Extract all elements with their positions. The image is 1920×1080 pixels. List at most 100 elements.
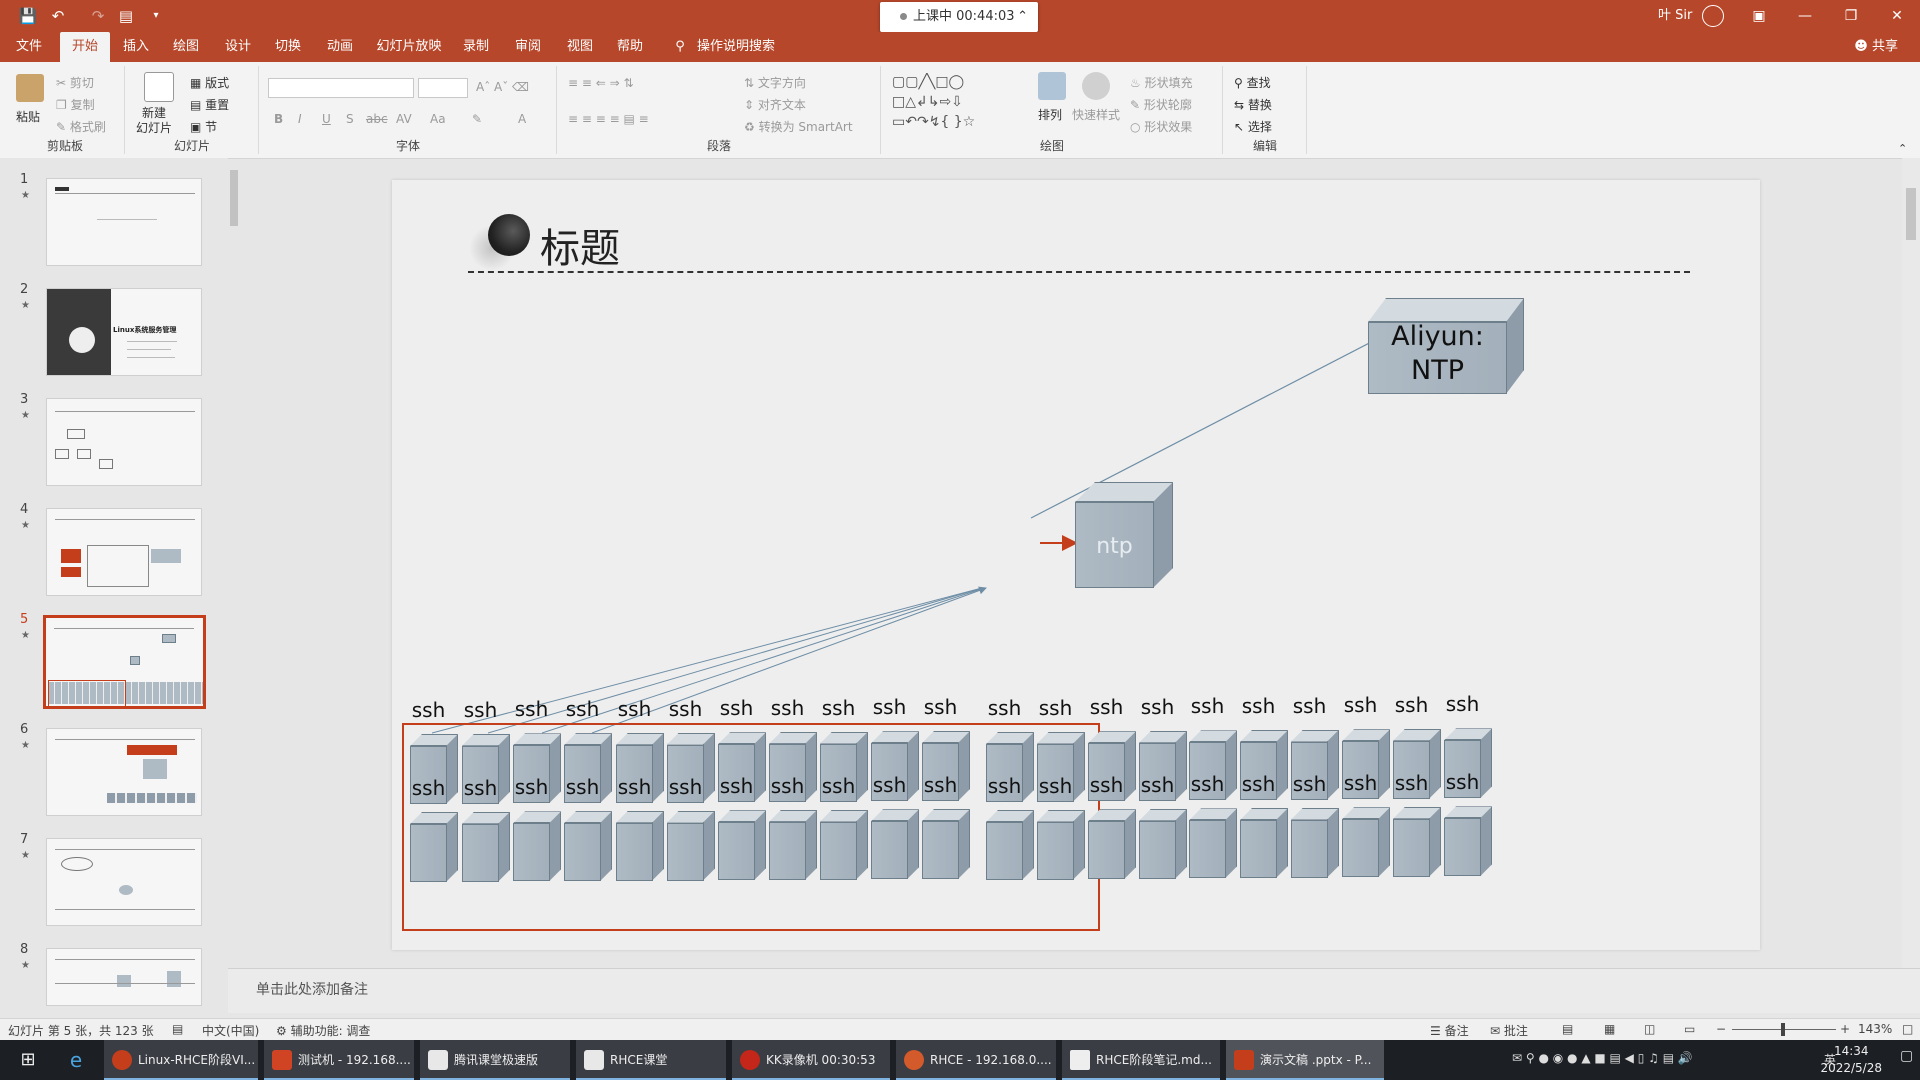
italic-button[interactable]: I xyxy=(298,112,302,126)
slide-thumbnail-7[interactable] xyxy=(46,838,202,926)
tab-help[interactable]: 帮助 xyxy=(612,32,648,62)
system-clock[interactable]: 14:34 2022/5/28 xyxy=(1820,1043,1882,1077)
tab-transitions[interactable]: 切换 xyxy=(270,32,306,62)
arrange-icon[interactable] xyxy=(1038,72,1066,100)
taskbar-app-tencent[interactable]: 腾讯课堂极速版 xyxy=(420,1040,570,1080)
slide-thumbnail-5[interactable] xyxy=(43,615,206,709)
taskbar-app-notes-md[interactable]: RHCE阶段笔记.md... xyxy=(1062,1040,1220,1080)
slide-scrollbar[interactable] xyxy=(1902,158,1920,968)
slide-thumbnail-2[interactable]: Linux系统服务管理 xyxy=(46,288,202,376)
select-button[interactable]: ↖ 选择 xyxy=(1234,118,1272,135)
user-name[interactable]: 叶 Sir xyxy=(1658,0,1692,32)
normal-view-icon[interactable]: ▤ xyxy=(1562,1022,1573,1036)
avatar[interactable] xyxy=(1702,5,1724,27)
start-button[interactable]: ⊞ xyxy=(8,1040,48,1080)
shape-outline-button[interactable]: ✎ 形状轮廓 xyxy=(1130,96,1192,113)
align-text-button[interactable]: ⇕ 对齐文本 xyxy=(744,96,806,113)
taskbar-app-rhce-ssh[interactable]: RHCE - 192.168.0.... xyxy=(896,1040,1056,1080)
reading-view-icon[interactable]: ◫ xyxy=(1644,1022,1655,1036)
taskbar-app-powerpoint[interactable]: 演示文稿 .pptx - P... xyxy=(1226,1040,1384,1080)
slide-thumbnail-1[interactable] xyxy=(46,178,202,266)
notes-button[interactable]: ☰ 备注 xyxy=(1430,1022,1469,1039)
close-button[interactable]: ✕ xyxy=(1874,0,1920,32)
tab-slideshow[interactable]: 幻灯片放映 xyxy=(376,32,442,62)
find-button[interactable]: ⚲ 查找 xyxy=(1234,74,1271,91)
redo-icon[interactable]: ↷ xyxy=(88,6,108,26)
tab-insert[interactable]: 插入 xyxy=(118,32,154,62)
taskbar-app-linux-rhce[interactable]: Linux-RHCE阶段VI... xyxy=(104,1040,258,1080)
convert-smartart-button[interactable]: ♻ 转换为 SmartArt xyxy=(744,118,853,135)
tab-home[interactable]: 开始 xyxy=(60,32,110,62)
slide-thumbnail-4[interactable] xyxy=(46,508,202,596)
language-indicator[interactable]: 中文(中国) xyxy=(202,1022,259,1039)
ie-icon[interactable]: e xyxy=(56,1040,96,1080)
save-icon[interactable]: 💾 xyxy=(18,6,38,26)
font-color-button[interactable]: A xyxy=(518,112,526,126)
zoom-level[interactable]: 143% xyxy=(1858,1022,1892,1036)
tray-icons[interactable]: ✉ ⚲ ● ◉ ● ▲ ■ ▤ ◀ ▯ ♫ ▤ 🔊 xyxy=(1512,1051,1693,1065)
shadow-button[interactable]: S xyxy=(346,112,354,126)
zoom-slider-handle[interactable] xyxy=(1781,1023,1785,1036)
copy-button[interactable]: ❐ 复制 xyxy=(56,96,95,113)
slideshow-view-icon[interactable]: ▭ xyxy=(1684,1022,1695,1036)
tab-draw[interactable]: 绘图 xyxy=(168,32,204,62)
quick-styles-button[interactable]: 快速样式 xyxy=(1072,106,1120,123)
presentation-start-icon[interactable]: ▤ xyxy=(116,6,136,26)
reset-button[interactable]: ▤ 重置 xyxy=(190,96,229,113)
text-direction-button[interactable]: ⇅ 文字方向 xyxy=(744,74,806,91)
slide-thumbnail-6[interactable] xyxy=(46,728,202,816)
format-painter-button[interactable]: ✎ 格式刷 xyxy=(56,118,106,135)
slide-thumbnail-3[interactable] xyxy=(46,398,202,486)
font-size-input[interactable] xyxy=(418,78,468,98)
taskbar-app-kk-recorder[interactable]: KK录像机 00:30:53 xyxy=(732,1040,890,1080)
shape-effects-button[interactable]: ○ 形状效果 xyxy=(1130,118,1192,135)
quick-styles-icon[interactable] xyxy=(1082,72,1110,100)
paste-icon[interactable] xyxy=(16,74,44,102)
cut-button[interactable]: ✂ 剪切 xyxy=(56,74,94,91)
font-name-input[interactable] xyxy=(268,78,414,98)
new-slide-button[interactable]: 新建 幻灯片 xyxy=(136,106,172,136)
paste-button[interactable]: 粘贴 xyxy=(16,108,40,125)
shape-fill-button[interactable]: ♨ 形状填充 xyxy=(1130,74,1193,91)
arrange-button[interactable]: 排列 xyxy=(1038,106,1062,123)
section-button[interactable]: ▣ 节 xyxy=(190,118,217,135)
bullets-icon[interactable]: ≡ ≡ ⇐ ⇒ ⇅ xyxy=(568,76,634,90)
restore-button[interactable]: ❐ xyxy=(1828,0,1874,32)
tab-animations[interactable]: 动画 xyxy=(322,32,358,62)
chevron-up-icon[interactable]: ⌃ xyxy=(1017,2,1028,32)
change-case-button[interactable]: Aa xyxy=(430,112,446,126)
undo-icon[interactable]: ↶ xyxy=(48,6,68,26)
highlight-icon[interactable]: ✎ xyxy=(472,112,482,126)
tab-record[interactable]: 录制 xyxy=(458,32,494,62)
notification-icon[interactable]: ▢ xyxy=(1900,1048,1913,1064)
share-button[interactable]: ☻ 共享 xyxy=(1854,32,1898,62)
tab-view[interactable]: 视图 xyxy=(562,32,598,62)
ssh-to-ntp-line[interactable] xyxy=(541,587,985,734)
char-spacing-button[interactable]: AV xyxy=(396,112,412,126)
tab-design[interactable]: 设计 xyxy=(220,32,256,62)
collapse-ribbon-icon[interactable]: ⌃ xyxy=(1898,142,1907,155)
zoom-out-button[interactable]: − xyxy=(1716,1022,1726,1036)
new-slide-icon[interactable] xyxy=(144,72,174,102)
minimize-button[interactable]: — xyxy=(1782,0,1828,32)
accessibility-status[interactable]: ⚙ 辅助功能: 调查 xyxy=(276,1022,370,1039)
notes-pane[interactable]: 单击此处添加备注 xyxy=(228,968,1920,1013)
taskbar-app-rhce-class[interactable]: RHCE课堂 xyxy=(576,1040,726,1080)
strikethrough-button[interactable]: abc xyxy=(366,112,388,126)
align-icons[interactable]: ≡ ≡ ≡ ≡ ▤ ≡ xyxy=(568,112,649,126)
tell-me-search[interactable]: 操作说明搜索 xyxy=(696,32,776,62)
recording-status-pill[interactable]: 上课中 00:44:03 ⌃ xyxy=(880,2,1038,32)
underline-button[interactable]: U xyxy=(322,112,331,126)
slide-thumbnail-8[interactable] xyxy=(46,948,202,1006)
tab-file[interactable]: 文件 xyxy=(12,32,46,62)
thumbnails-scrollbar[interactable] xyxy=(228,162,240,1010)
taskbar-app-testvm[interactable]: 测试机 - 192.168.... xyxy=(264,1040,414,1080)
zoom-in-button[interactable]: + xyxy=(1840,1022,1850,1036)
grow-font-icon[interactable]: Aˆ Aˇ ⌫ xyxy=(476,80,529,94)
customize-toolbar-icon[interactable]: ▾ xyxy=(146,6,166,26)
comments-button[interactable]: ✉ 批注 xyxy=(1490,1022,1528,1039)
slide-canvas[interactable]: 标题 Aliyun: NTP ntp ssh ssh ssh ssh ssh ssh ssh s… xyxy=(392,180,1760,950)
slide-sorter-icon[interactable]: ▦ xyxy=(1604,1022,1615,1036)
tab-review[interactable]: 审阅 xyxy=(510,32,546,62)
replace-button[interactable]: ⇆ 替换 xyxy=(1234,96,1272,113)
